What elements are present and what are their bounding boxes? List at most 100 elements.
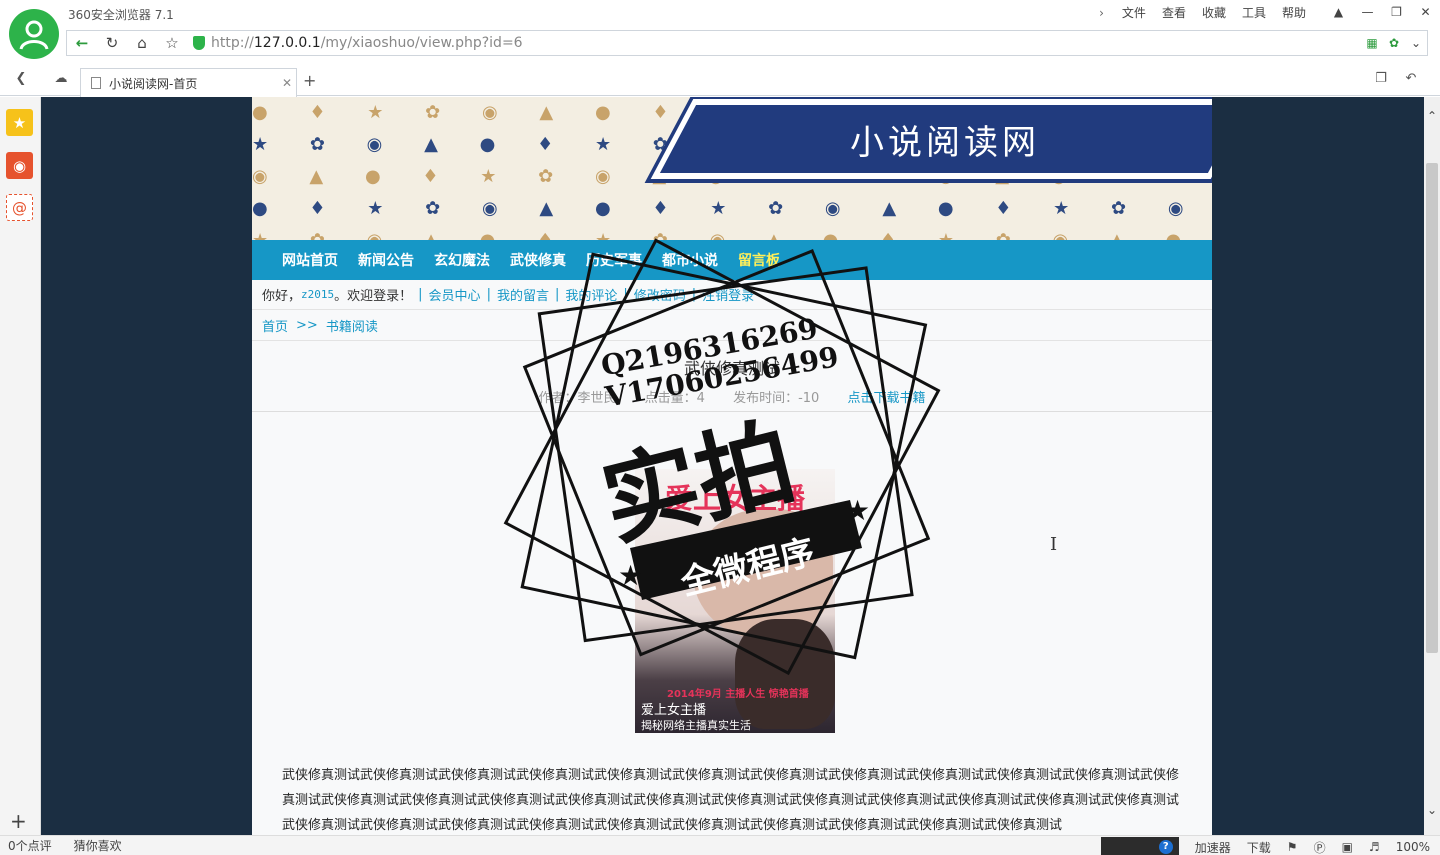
status-bar: 0个点评 猜你喜欢 ? 加速器 下载 ⚑ Ⓟ ▣ ♬ 100% [0, 835, 1440, 855]
cover-tagline: 揭秘网络主播真实生活 [641, 719, 751, 732]
status-right: ? 加速器 下载 ⚑ Ⓟ ▣ ♬ 100% [1100, 837, 1430, 855]
menu-help[interactable]: 帮助 [1274, 4, 1314, 21]
link-logout[interactable]: 注销登录 [702, 285, 754, 304]
book-clicks: 点击量：4 [644, 391, 705, 406]
download-manager[interactable]: 下载 [1247, 839, 1271, 855]
cover-date: 2014年9月 主播人生 惊艳首播 [667, 689, 809, 700]
tab-bar: ❮ ☁ 小说阅读网-首页 ✕ + ❐ ↶ [0, 65, 1440, 97]
add-sidebar-item-icon[interactable]: + [10, 809, 27, 833]
refresh-icon[interactable]: ↻ [97, 31, 127, 55]
accelerator[interactable]: 加速器 [1195, 839, 1231, 855]
user-avatar-icon[interactable] [9, 9, 59, 59]
divider: | [554, 287, 560, 302]
divider: | [486, 287, 491, 302]
nav-guestbook[interactable]: 留言板 [738, 250, 780, 270]
cover-figure [735, 619, 835, 729]
app-title: 360安全浏览器 7.1 [68, 8, 174, 22]
username: z2015 [301, 288, 335, 301]
scroll-up-icon[interactable]: ⌃ [1424, 109, 1440, 123]
menu-file[interactable]: 文件 [1114, 4, 1154, 21]
text-cursor-icon: I [1050, 534, 1058, 555]
favorites-star-icon[interactable]: ★ [6, 109, 33, 136]
scroll-thumb[interactable] [1426, 163, 1438, 653]
guess-you-like[interactable]: 猜你喜欢 [74, 837, 122, 854]
cloud-icon[interactable]: ☁ [50, 71, 72, 91]
divider: | [691, 287, 697, 302]
nav-wuxia[interactable]: 武侠修真 [510, 250, 566, 270]
home-icon[interactable]: ⌂ [127, 31, 157, 55]
user-bar: 你好， z2015 。欢迎登录！ | 会员中心 | 我的留言 | 我的评论 | … [252, 280, 1212, 310]
restore-tabs-icon[interactable]: ❐ [1370, 71, 1392, 91]
site-banner: ● ♦ ★ ✿ ◉ ▲ ● ♦ ★ ✿ ◉ ▲ ● ♦ ★ ✿ ◉ ▲ ● ♦ … [252, 97, 1212, 240]
divider: | [623, 287, 628, 302]
qrcode-icon[interactable]: ▦ [1361, 36, 1383, 50]
breadcrumb-home[interactable]: 首页 [262, 316, 288, 335]
leaf-icon[interactable]: ✿ [1383, 36, 1405, 50]
chevron-right-icon[interactable]: › [1099, 6, 1104, 20]
flag-icon[interactable]: ⚑ [1287, 840, 1298, 854]
book-publish-date: -10 [798, 391, 820, 406]
book-publish-label: 发布时间： [733, 391, 799, 406]
comments-count[interactable]: 0个点评 [8, 837, 52, 854]
divider: | [418, 287, 423, 302]
maximize-button[interactable]: ❐ [1382, 0, 1411, 24]
menu-tools[interactable]: 工具 [1234, 4, 1274, 21]
left-sidebar: ★ ◉ @ + [0, 97, 41, 835]
ime-indicator[interactable]: ? [1100, 837, 1179, 855]
nav-urban[interactable]: 都市小说 [662, 250, 718, 270]
window-controls: ▲ — ❐ ✕ [1324, 0, 1440, 24]
link-my-messages[interactable]: 我的留言 [497, 285, 549, 304]
new-tab-icon[interactable]: + [303, 71, 316, 90]
cover-title: 爱上女主播 [665, 482, 806, 515]
divider-line [252, 411, 1212, 412]
book-meta: 作者：李世民 点击量：4 发布时间：-10 点击下载书籍 [252, 387, 1212, 406]
close-button[interactable]: ✕ [1411, 0, 1440, 24]
page-viewport: ● ♦ ★ ✿ ◉ ▲ ● ♦ ★ ✿ ◉ ▲ ● ♦ ★ ✿ ◉ ▲ ● ♦ … [41, 97, 1424, 835]
tab-active[interactable]: 小说阅读网-首页 ✕ [80, 68, 297, 97]
nav-fantasy[interactable]: 玄幻魔法 [434, 250, 490, 270]
window-icon[interactable]: ▣ [1342, 840, 1353, 854]
menu-bar: › 文件 查看 收藏 工具 帮助 [1099, 4, 1314, 21]
scroll-down-icon[interactable]: ⌄ [1424, 803, 1440, 817]
address-bar: ← ↻ ⌂ ☆ http://127.0.0.1/my/xiaoshuo/vie… [66, 30, 1428, 56]
book-title: 武侠修真测试 [683, 359, 780, 378]
close-tab-icon[interactable]: ✕ [278, 76, 296, 90]
link-my-comments[interactable]: 我的评论 [565, 285, 617, 304]
sidebar-toggle-icon[interactable]: ❮ [10, 71, 32, 91]
ie-mode-icon[interactable]: Ⓟ [1314, 839, 1326, 855]
menu-favorites[interactable]: 收藏 [1194, 4, 1234, 21]
undo-close-icon[interactable]: ↶ [1400, 71, 1422, 91]
nav-home[interactable]: 网站首页 [282, 250, 338, 270]
page-icon [91, 77, 101, 89]
nav-history[interactable]: 历史军事 [586, 250, 642, 270]
weibo-icon[interactable]: ◉ [6, 152, 33, 179]
star-icon[interactable]: ☆ [157, 31, 187, 55]
link-change-password[interactable]: 修改密码 [634, 285, 686, 304]
status-left: 0个点评 猜你喜欢 [0, 837, 136, 854]
sound-icon[interactable]: ♬ [1369, 840, 1380, 854]
book-content: 武侠修真测试武侠修真测试武侠修真测试武侠修真测试武侠修真测试武侠修真测试武侠修真… [282, 768, 1180, 833]
title-bar: 360安全浏览器 7.1 › 文件 查看 收藏 工具 帮助 ▲ — ❐ ✕ [0, 0, 1440, 59]
address-tools: ▦ ✿ ⌄ [1361, 31, 1427, 55]
minimize-button[interactable]: — [1353, 0, 1382, 24]
help-icon[interactable]: ? [1158, 840, 1173, 854]
mail-icon[interactable]: @ [6, 194, 33, 221]
menu-view[interactable]: 查看 [1154, 4, 1194, 21]
chevron-down-icon[interactable]: ⌄ [1405, 36, 1427, 50]
skin-icon[interactable]: ▲ [1324, 0, 1353, 24]
nav-news[interactable]: 新闻公告 [358, 250, 414, 270]
main-nav: 网站首页 新闻公告 玄幻魔法 武侠修真 历史军事 都市小说 留言板 [252, 240, 1212, 280]
book-cover-image: 爱上女主播 2014年9月 主播人生 惊艳首播 爱上女主播 揭秘网络主播真实生活 [635, 469, 835, 733]
back-arrow-icon[interactable]: ← [67, 31, 97, 55]
zoom-level[interactable]: 100% [1396, 840, 1430, 854]
site-logo[interactable]: 小说阅读网 [850, 115, 1040, 164]
welcome-text: 。欢迎登录！ [334, 289, 413, 304]
vertical-scrollbar[interactable]: ⌃ ⌄ [1424, 97, 1440, 835]
url-input[interactable]: http://127.0.0.1/my/xiaoshuo/view.php?id… [211, 35, 523, 51]
download-link[interactable]: 点击下载书籍 [847, 391, 925, 406]
breadcrumb-separator: >> [296, 318, 318, 333]
greeting: 你好， [262, 289, 302, 304]
link-member-center[interactable]: 会员中心 [429, 285, 481, 304]
cover-face [693, 509, 833, 639]
breadcrumb-current[interactable]: 书籍阅读 [326, 316, 378, 335]
